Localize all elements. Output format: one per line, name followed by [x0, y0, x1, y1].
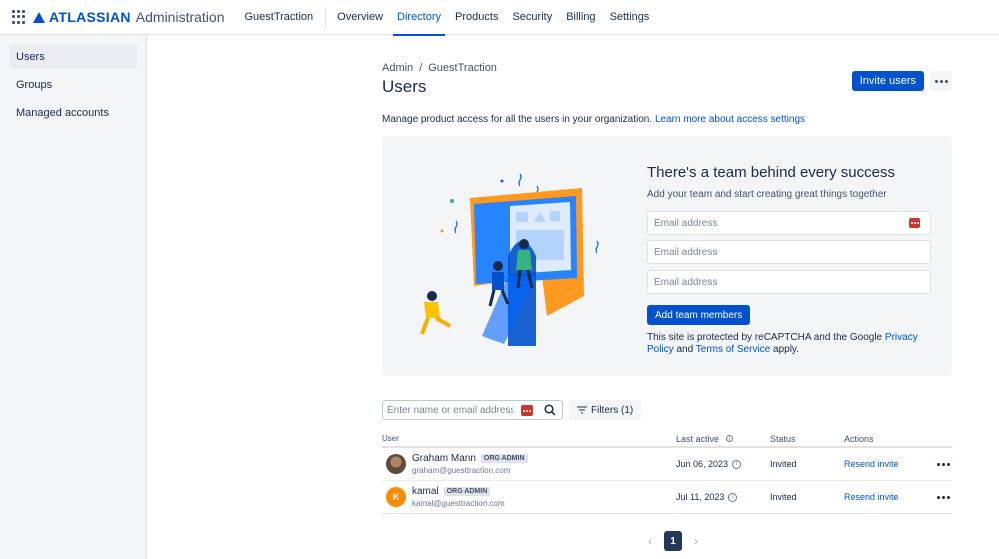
tab-products[interactable]: Products [448, 0, 505, 35]
sidebar-item-managed-accounts[interactable]: Managed accounts [9, 101, 137, 125]
org-admin-badge: ORG ADMIN [443, 487, 491, 496]
email-placeholder: Email address [654, 246, 718, 258]
users-table: User Last active i Status Actions Graham… [382, 431, 952, 514]
info-icon[interactable]: i [726, 435, 734, 442]
add-team-members-button[interactable]: Add team members [647, 305, 751, 325]
tab-settings[interactable]: Settings [603, 0, 657, 35]
brand-subtitle: Administration [135, 9, 225, 25]
user-name[interactable]: Graham Mann [412, 453, 476, 464]
user-cell: Graham Mann ORG ADMIN graham@guesttracti… [382, 453, 676, 475]
invite-users-button[interactable]: Invite users [851, 71, 924, 91]
password-manager-icon[interactable] [521, 405, 533, 416]
org-admin-badge: ORG ADMIN [480, 454, 528, 463]
breadcrumb-admin[interactable]: Admin [382, 62, 413, 74]
password-manager-icon[interactable] [909, 218, 920, 228]
email-field-2[interactable]: Email address [647, 240, 931, 264]
recaptcha-notice: This site is protected by reCAPTCHA and … [647, 332, 937, 356]
table-header: User Last active i Status Actions [382, 431, 952, 448]
sidebar: Users Groups Managed accounts [0, 35, 147, 559]
row-more-button[interactable] [935, 495, 952, 499]
filters-button[interactable]: Filters (1) [569, 400, 642, 420]
filters-label: Filters (1) [591, 404, 634, 416]
avatar[interactable]: K [386, 487, 406, 507]
more-icon [937, 462, 950, 466]
table-row: Graham Mann ORG ADMIN graham@guesttracti… [382, 448, 952, 481]
prev-page-icon[interactable]: ‹ [642, 531, 658, 551]
more-actions-button[interactable] [930, 71, 952, 91]
user-email: kamal@guesttraction.com [412, 499, 505, 508]
team-illustration [420, 173, 599, 346]
recaptcha-and: and [676, 344, 694, 355]
top-nav: ATLASSIAN Administration GuestTraction O… [0, 0, 999, 36]
resend-invite-link[interactable]: Resend invite [844, 459, 935, 469]
brand-name: ATLASSIAN [49, 9, 131, 25]
last-active-date: Jun 06, 2023 [676, 459, 729, 469]
search-row: Filters (1) [382, 400, 642, 420]
row-more-button[interactable] [935, 462, 952, 466]
header-last-active-label: Last active [676, 433, 720, 444]
avatar[interactable] [386, 454, 406, 474]
email-placeholder: Email address [654, 276, 718, 288]
next-page-icon[interactable]: › [688, 531, 704, 551]
description-text: Manage product access for all the users … [382, 114, 653, 125]
user-cell: K kamal ORG ADMIN kamal@guesttraction.co… [382, 486, 676, 508]
org-name[interactable]: GuestTraction [244, 7, 327, 27]
access-settings-link[interactable]: Learn more about access settings [655, 114, 805, 125]
page-title: Users [382, 77, 427, 96]
search-box [382, 400, 563, 420]
last-active-date: Jul 11, 2023 [676, 492, 725, 502]
invite-banner: There's a team behind every success Add … [382, 136, 952, 376]
tab-overview[interactable]: Overview [330, 0, 390, 35]
more-icon [934, 79, 948, 83]
resend-invite-link[interactable]: Resend invite [844, 492, 935, 502]
main-content: Admin / GuestTraction Users Invite users… [382, 35, 952, 551]
filter-icon [577, 406, 587, 414]
last-active-cell: Jul 11, 2023 i [676, 492, 770, 502]
brand[interactable]: ATLASSIAN Administration [33, 9, 224, 25]
title-actions: Invite users [851, 71, 952, 91]
user-name-line: Graham Mann ORG ADMIN [412, 453, 528, 464]
user-name[interactable]: kamal [412, 486, 439, 497]
title-row: Users Invite users [382, 71, 952, 97]
email-placeholder: Email address [654, 217, 718, 229]
recaptcha-apply: apply. [773, 344, 799, 355]
tab-security[interactable]: Security [505, 0, 559, 35]
user-email: graham@guesttraction.com [412, 466, 511, 475]
status-cell: Invited [770, 492, 797, 502]
header-user[interactable]: User [382, 434, 676, 443]
header-status[interactable]: Status [770, 434, 844, 444]
tab-directory[interactable]: Directory [390, 0, 448, 36]
info-icon[interactable]: i [732, 459, 742, 469]
more-icon [937, 495, 950, 499]
sidebar-item-groups[interactable]: Groups [9, 73, 137, 97]
recaptcha-text: This site is protected by reCAPTCHA and … [647, 332, 883, 343]
info-icon[interactable]: i [728, 492, 738, 502]
tab-billing[interactable]: Billing [559, 0, 602, 35]
user-name-line: kamal ORG ADMIN [412, 486, 505, 497]
nav-tabs: Overview Directory Products Security Bil… [330, 0, 657, 36]
search-icon[interactable] [544, 404, 556, 416]
header-last-active[interactable]: Last active i [676, 434, 770, 444]
breadcrumb-separator: / [419, 62, 423, 74]
breadcrumb-org[interactable]: GuestTraction [428, 62, 497, 74]
sidebar-item-users[interactable]: Users [9, 45, 137, 69]
banner-subtitle: Add your team and start creating great t… [647, 189, 887, 200]
search-input[interactable] [383, 404, 513, 416]
terms-of-service-link[interactable]: Terms of Service [696, 344, 770, 355]
email-field-1[interactable]: Email address [647, 211, 931, 235]
banner-title: There's a team behind every success [647, 164, 895, 181]
app-switcher-icon[interactable] [12, 10, 26, 24]
page-1-button[interactable]: 1 [664, 531, 682, 551]
email-field-3[interactable]: Email address [647, 270, 931, 294]
header-actions: Actions [844, 433, 874, 444]
last-active-cell: Jun 06, 2023 i [676, 459, 770, 469]
table-row: K kamal ORG ADMIN kamal@guesttraction.co… [382, 481, 952, 514]
pagination: ‹ 1 › [642, 531, 704, 551]
atlassian-logo-icon [33, 11, 45, 23]
status-cell: Invited [770, 459, 797, 469]
page-description: Manage product access for all the users … [382, 114, 952, 125]
